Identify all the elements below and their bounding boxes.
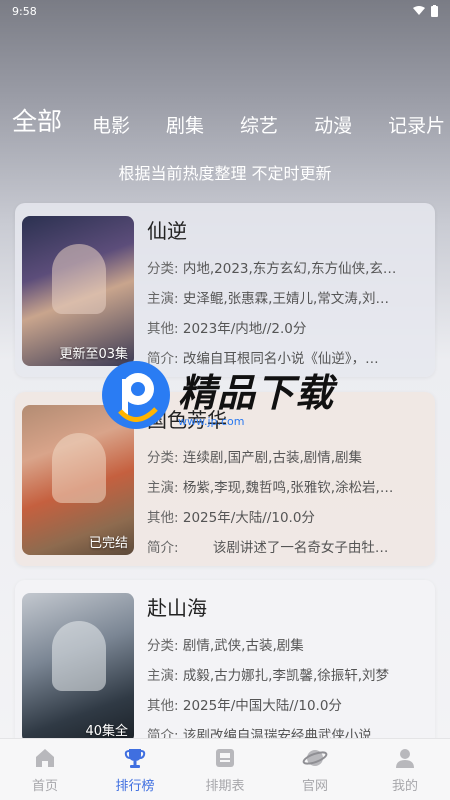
watermark-url: www.jp.com	[178, 415, 245, 428]
watermark-text: 精品下载	[178, 371, 335, 415]
nav-ranking[interactable]: 排行榜	[100, 745, 170, 794]
tab-series[interactable]: 剧集	[166, 111, 204, 144]
episode-badge: 已完结	[88, 536, 128, 551]
watermark-p-icon	[102, 361, 170, 429]
drama-card[interactable]: 更新至03集 仙逆 分类: 内地,2023,东方玄幻,东方仙侠,玄… 主演: 史…	[15, 203, 435, 377]
nav-profile[interactable]: 我的	[370, 745, 440, 794]
nav-schedule[interactable]: 排期表	[190, 745, 260, 794]
cast-row: 主演: 史泽鲲,张惠霖,王婧儿,常文涛,刘…	[147, 291, 390, 307]
user-icon	[392, 745, 418, 771]
category-tabs: 全部 电影 剧集 综艺 动漫 记录片	[0, 104, 450, 144]
category-row: 分类: 连续剧,国产剧,古装,剧情,剧集	[147, 450, 363, 466]
intro-row: 简介: 该剧讲述了一名奇女子由牡…	[147, 540, 389, 556]
wifi-icon	[413, 6, 425, 15]
other-row: 其他: 2025年/大陆//10.0分	[147, 510, 315, 526]
home-icon	[32, 745, 58, 771]
watermark-logo: 精品下载 www.jp.com	[100, 355, 360, 435]
nav-website[interactable]: 官网	[280, 745, 350, 794]
status-time: 9:58	[12, 4, 37, 18]
other-row: 其他: 2025年/中国大陆//10.0分	[147, 698, 342, 714]
drama-title: 赴山海	[147, 596, 207, 620]
cast-row: 主演: 杨紫,李现,魏哲鸣,张雅钦,涂松岩,…	[147, 480, 394, 496]
tab-variety[interactable]: 综艺	[240, 111, 278, 144]
poster-image[interactable]: 40集全	[22, 593, 134, 743]
tab-all[interactable]: 全部	[12, 104, 62, 144]
battery-icon	[431, 5, 438, 17]
other-row: 其他: 2023年/内地//2.0分	[147, 321, 307, 337]
bottom-nav: 首页 排行榜 排期表 官网 我的	[0, 738, 450, 800]
drama-card[interactable]: 40集全 赴山海 分类: 剧情,武侠,古装,剧集 主演: 成毅,古力娜扎,李凯馨…	[15, 580, 435, 750]
poster-image[interactable]: 更新至03集	[22, 216, 134, 366]
drama-title: 仙逆	[147, 219, 187, 243]
tab-documentary[interactable]: 记录片	[388, 111, 445, 144]
episode-badge: 40集全	[85, 724, 128, 739]
status-bar: 9:58	[0, 0, 450, 22]
category-row: 分类: 剧情,武侠,古装,剧集	[147, 638, 304, 654]
trophy-icon	[122, 745, 148, 771]
planet-icon	[302, 745, 328, 771]
nav-home[interactable]: 首页	[10, 745, 80, 794]
schedule-icon	[212, 745, 238, 771]
ranking-subtitle: 根据当前热度整理 不定时更新	[118, 164, 332, 183]
tab-movie[interactable]: 电影	[92, 111, 130, 144]
tab-anime[interactable]: 动漫	[314, 111, 352, 144]
cast-row: 主演: 成毅,古力娜扎,李凯馨,徐振轩,刘梦	[147, 668, 390, 684]
category-row: 分类: 内地,2023,东方玄幻,东方仙侠,玄…	[147, 261, 397, 277]
